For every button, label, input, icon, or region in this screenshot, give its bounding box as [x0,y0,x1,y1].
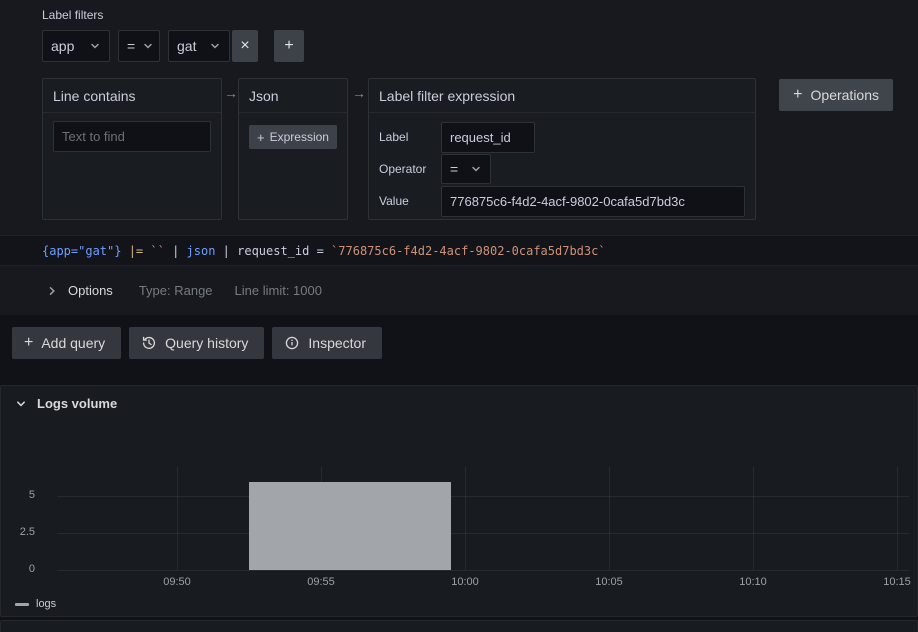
grafana-explore-screen: Label filters app = gat × [0,0,918,632]
add-query-button[interactable]: + Add query [12,327,121,359]
chevron-down-icon [142,40,154,52]
history-icon [141,335,157,351]
label-operator-select-value: = [127,38,135,54]
chart-legend: logs [15,598,56,610]
inspector-button[interactable]: Inspector [272,327,382,359]
query-segment: `776875c6-f4d2-4acf-9802-0cafa5d7bd3c` [331,244,606,258]
label-field-row: Label [379,121,745,153]
label-value-select-value: gat [177,38,196,54]
query-preview: {app="gat"} |= `` | json | request_id = … [0,235,918,266]
logs-volume-panel: Logs volume 02.55 09:5009:5510:0010:0510… [0,385,918,617]
x-tick-label: 10:05 [595,576,623,588]
query-segment: | [165,244,187,258]
query-history-button[interactable]: Query history [129,327,264,359]
info-icon [284,335,300,351]
operation-label-filter-expression: Label filter expression Label Operator = [368,78,756,220]
options-line-limit: Line limit: 1000 [235,283,322,298]
x-tick-label: 09:50 [163,576,191,588]
label-name-select-value: app [51,38,74,54]
chevron-down-icon [470,163,482,175]
label-field-label: Label [379,130,441,144]
logs-volume-chart [57,467,909,570]
chevron-down-icon [89,40,101,52]
legend-swatch [15,603,29,606]
arrow-right-icon: → [352,85,366,101]
y-gridline [57,496,909,497]
x-tick-label: 10:00 [451,576,479,588]
query-segment: {app="gat"} [42,244,121,258]
query-editor-panel: Label filters app = gat × [0,0,918,315]
chevron-right-icon[interactable] [46,285,58,297]
value-field-input[interactable] [441,186,745,217]
label-name-select[interactable]: app [42,30,110,62]
remove-label-filter-button[interactable]: × [232,30,258,62]
x-tick-label: 09:55 [307,576,335,588]
query-segment: | [215,244,237,258]
operator-field-select[interactable]: = [441,154,491,184]
close-icon: × [240,37,249,55]
label-filters-title: Label filters [42,8,103,22]
label-value-select[interactable]: gat [168,30,230,62]
operation-header: Json [239,79,347,113]
x-gridline [753,467,754,570]
operation-json: Json + Expression [238,78,348,220]
y-tick-label: 2.5 [1,526,35,538]
value-field-label: Value [379,194,441,208]
label-field-input[interactable] [441,122,535,153]
add-label-filter-button[interactable]: + [274,30,304,62]
query-segment: `` [150,244,164,258]
plus-icon: + [24,334,33,352]
operator-field-label: Operator [379,162,441,176]
query-segment: json [187,244,216,258]
x-gridline [177,467,178,570]
plus-icon: + [257,130,265,145]
x-tick-label: 10:15 [883,576,911,588]
plus-icon: + [284,37,293,55]
chevron-down-icon [209,40,221,52]
volume-bar[interactable] [249,482,451,570]
logs-volume-header[interactable]: Logs volume [15,396,117,411]
legend-label[interactable]: logs [36,598,56,610]
options-row: Options Type: Range Line limit: 1000 [0,266,918,315]
next-panel-edge [0,620,918,632]
label-operator-select[interactable]: = [118,30,160,62]
x-gridline [465,467,466,570]
query-segment: request_id = [237,244,331,258]
y-gridline [57,570,909,571]
operations-button[interactable]: + Operations [779,79,893,111]
line-contains-input[interactable] [53,121,211,152]
query-segment: |= [121,244,150,258]
arrow-right-icon: → [224,85,238,101]
add-expression-button[interactable]: + Expression [249,125,337,149]
y-tick-label: 5 [1,489,35,501]
value-field-row: Value [379,185,745,217]
x-tick-label: 10:10 [739,576,767,588]
options-type: Type: Range [139,283,213,298]
operation-header: Line contains [43,79,221,113]
operation-line-contains: Line contains [42,78,222,220]
y-tick-label: 0 [1,563,35,575]
logs-volume-title: Logs volume [37,396,117,411]
label-filters-row: app = gat × + [42,30,304,62]
options-toggle[interactable]: Options [68,283,113,298]
x-gridline [609,467,610,570]
explore-toolbar: + Add query Query history Inspec [12,327,382,359]
chevron-down-icon [15,398,27,410]
y-axis-labels: 02.55 [1,467,47,570]
plus-icon: + [793,86,802,104]
operator-field-row: Operator = [379,153,745,185]
x-axis-labels: 09:50 09:55 10:00 10:05 10:10 10:15 [57,576,909,590]
operation-header: Label filter expression [369,79,755,113]
y-gridline [57,533,909,534]
x-gridline [897,467,898,570]
